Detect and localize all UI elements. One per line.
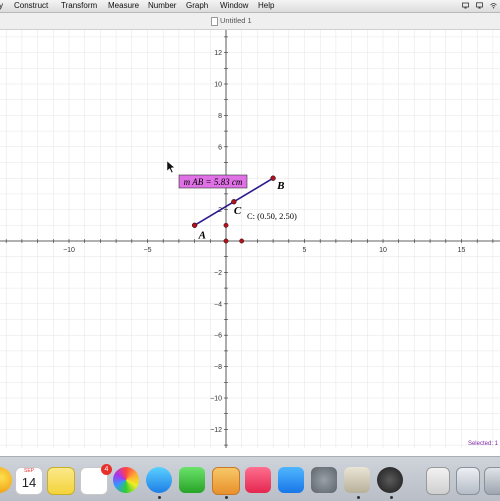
coordinate-label: C: (0.50, 2.50) (247, 211, 297, 221)
wifi-icon[interactable] (490, 2, 497, 9)
tick-labels: −10−55101512108642−2−4−6−8−10−12 (63, 50, 465, 434)
menu-bar: y Construct Transform Measure Number Gra… (0, 0, 500, 13)
documents-folder-icon[interactable] (456, 467, 480, 495)
chrome-icon[interactable] (0, 467, 12, 493)
point[interactable] (223, 238, 229, 244)
messages-icon[interactable] (146, 467, 172, 493)
photos-icon[interactable] (113, 467, 139, 493)
axes (0, 30, 500, 448)
y-tick-label: 6 (218, 144, 222, 151)
y-tick-label: −6 (214, 333, 222, 340)
calendar-day: 14 (21, 475, 37, 490)
status-text: Selected: 1 (467, 441, 498, 447)
x-tick-label: 10 (379, 247, 387, 254)
pages-icon[interactable] (212, 467, 240, 495)
x-tick-label: 5 (303, 247, 307, 254)
document-icon (211, 17, 218, 26)
menu-item-number[interactable]: Number (148, 1, 176, 11)
quicktime-icon[interactable] (377, 467, 403, 493)
x-tick-label: 15 (458, 247, 466, 254)
window-title: Untitled 1 (220, 16, 252, 25)
mouse-cursor-icon (166, 160, 176, 174)
menu-item-transform[interactable]: Transform (61, 1, 97, 11)
trash-icon[interactable] (484, 467, 500, 495)
point-label-b: B (276, 180, 284, 192)
x-tick-label: −5 (144, 247, 152, 254)
menu-item-display[interactable]: y (0, 1, 3, 11)
menu-item-window[interactable]: Window (220, 1, 248, 11)
music-icon[interactable] (245, 467, 271, 493)
app-store-icon[interactable] (278, 467, 304, 493)
x-tick-label: −10 (63, 247, 75, 254)
menu-item-help[interactable]: Help (258, 1, 274, 11)
point[interactable] (223, 222, 229, 228)
point-label-c: C (234, 205, 242, 217)
measurement-text: m AB = 5.83 cm (184, 177, 243, 187)
calendar-icon[interactable]: SEP 14 (15, 467, 43, 495)
point-b[interactable] (270, 175, 276, 181)
running-indicator (225, 496, 228, 499)
system-preferences-icon[interactable] (311, 467, 337, 493)
point-a[interactable] (191, 222, 198, 228)
y-tick-label: −4 (214, 301, 222, 308)
notes-icon[interactable] (47, 467, 75, 495)
running-indicator (390, 496, 393, 499)
y-tick-label: −2 (214, 270, 222, 277)
y-tick-label: −8 (214, 364, 222, 371)
running-indicator (357, 496, 360, 499)
sketch-canvas[interactable]: −10−55101512108642−2−4−6−8−10−12 ABC m A… (0, 30, 500, 448)
sketchpad-icon[interactable] (344, 467, 370, 493)
grid (0, 30, 500, 448)
running-indicator (158, 496, 161, 499)
dock: SEP 14 4 (0, 456, 500, 501)
menu-item-construct[interactable]: Construct (14, 1, 48, 11)
reminders-badge: 4 (101, 464, 112, 475)
facetime-icon[interactable] (179, 467, 205, 493)
window-titlebar: Untitled 1 (0, 13, 500, 30)
menu-item-graph[interactable]: Graph (186, 1, 208, 11)
y-tick-label: 12 (214, 50, 222, 57)
y-tick-label: −10 (210, 396, 222, 403)
point[interactable] (239, 238, 245, 244)
y-tick-label: −12 (210, 427, 222, 434)
y-tick-label: 8 (218, 113, 222, 120)
calendar-month: SEP (23, 468, 34, 474)
cast-icon[interactable] (476, 2, 483, 9)
point-label-a: A (198, 229, 206, 241)
reminders-icon[interactable]: 4 (80, 464, 112, 495)
point-c[interactable] (231, 199, 237, 205)
menu-item-measure[interactable]: Measure (108, 1, 139, 11)
y-tick-label: 10 (214, 82, 222, 89)
screen-icon[interactable] (462, 2, 469, 9)
file-icon[interactable] (426, 467, 450, 495)
